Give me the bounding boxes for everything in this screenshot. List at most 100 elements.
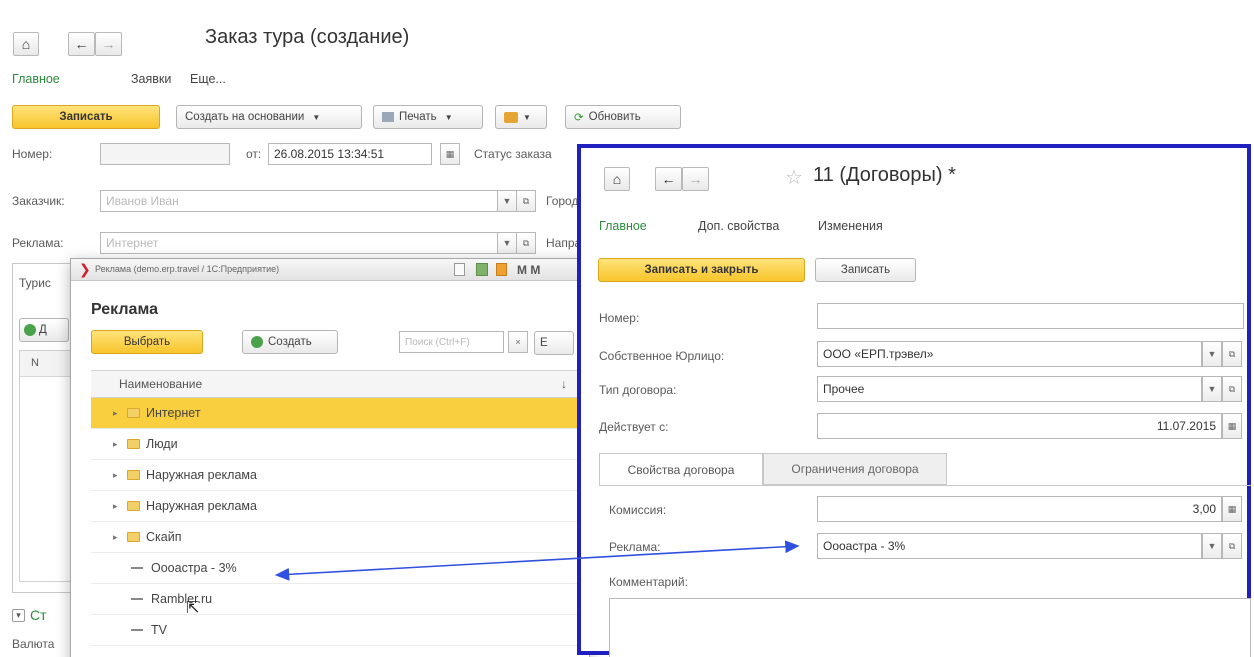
contract-ad-dropdown-button[interactable]: ▼ (1202, 533, 1222, 559)
create-based-label: Создать на основании (185, 111, 305, 123)
expand-caret-icon[interactable]: ▸ (113, 408, 123, 419)
contract-ad-open-button[interactable]: ⧉ (1222, 533, 1242, 559)
ads-list-row[interactable]: ▸ Скайп (91, 522, 591, 553)
tourists-tab[interactable]: Турис (19, 276, 51, 290)
customer-label: Заказчик: (12, 194, 65, 208)
home-button[interactable]: ⌂ (604, 167, 630, 191)
tab-properties[interactable]: Свойства договора (599, 453, 763, 485)
expand-caret-icon[interactable]: ▸ (113, 532, 123, 543)
contract-ad-field[interactable]: Оооастра - 3% (817, 533, 1202, 559)
customer-dropdown-button[interactable]: ▼ (497, 190, 517, 212)
contract-type-label: Тип договора: (599, 383, 677, 397)
chevron-down-icon: ▼ (502, 196, 512, 206)
name-column-header[interactable]: Наименование ↓ (91, 370, 591, 398)
customer-field[interactable]: Иванов Иван (100, 190, 498, 212)
add-tourist-label: Д (39, 324, 47, 336)
contract-tab-changes[interactable]: Изменения (818, 219, 883, 233)
contract-tab-extra[interactable]: Доп. свойства (698, 219, 779, 233)
titlebar-tools-label[interactable]: M M (517, 263, 540, 277)
company-open-button[interactable]: ⧉ (1222, 341, 1242, 367)
ads-list-row[interactable]: Оооастра - 3% (91, 553, 591, 584)
customer-open-button[interactable]: ⧉ (516, 190, 536, 212)
sort-icon: ↓ (561, 377, 567, 391)
order-number-field[interactable] (100, 143, 230, 165)
order-number-label: Номер: (12, 147, 53, 161)
type-open-button[interactable]: ⧉ (1222, 376, 1242, 402)
save-button[interactable]: Записать (815, 258, 916, 282)
ads-titlebar: ❯ Реклама (demo.erp.travel / 1С:Предприя… (71, 259, 589, 281)
refresh-label: Обновить (588, 111, 641, 123)
search-clear-button[interactable]: × (508, 331, 528, 353)
search-input[interactable]: Поиск (Ctrl+F) (399, 331, 504, 353)
tag-dropdown-button[interactable]: ▼ (495, 105, 547, 129)
order-write-button[interactable]: Записать (12, 105, 160, 129)
folder-icon (127, 501, 140, 511)
ads-list-row[interactable]: TV (91, 615, 591, 646)
create-based-button[interactable]: Создать на основании ▼ (176, 105, 362, 129)
ads-list-row[interactable]: ▸ Наружная реклама (91, 491, 591, 522)
mouse-cursor-icon: ⇱ (186, 600, 200, 617)
printer-icon (382, 112, 394, 122)
order-tab-requests[interactable]: Заявки (131, 72, 171, 86)
add-tourist-button[interactable]: Д (19, 318, 69, 342)
order-ad-open-button[interactable]: ⧉ (516, 232, 536, 254)
order-ad-field[interactable]: Интернет (100, 232, 498, 254)
expand-caret-icon[interactable]: ▸ (113, 439, 123, 450)
contract-number-label: Номер: (599, 311, 640, 325)
valid-from-calendar-button[interactable]: ▦ (1222, 413, 1242, 439)
ads-heading: Реклама (91, 301, 158, 318)
contract-tab-main[interactable]: Главное (599, 219, 647, 233)
chevron-down-icon: ▼ (523, 112, 531, 122)
calendar-button[interactable]: ▦ (440, 143, 460, 165)
search-extra-button[interactable]: E (534, 331, 574, 355)
contract-ad-label: Реклама: (609, 540, 661, 554)
contract-type-field[interactable]: Прочее (817, 376, 1202, 402)
home-button[interactable]: ⌂ (13, 32, 39, 56)
create-ad-button[interactable]: Создать (242, 330, 338, 354)
expand-caret-icon[interactable]: ▸ (113, 501, 123, 512)
titlebar-calc-icon (496, 263, 507, 276)
expand-caret-icon[interactable]: ▸ (113, 470, 123, 481)
item-dash-icon (131, 629, 143, 631)
ads-list-row[interactable]: ▸ Наружная реклама (91, 460, 591, 491)
comment-textarea[interactable] (609, 598, 1251, 657)
type-dropdown-button[interactable]: ▼ (1202, 376, 1222, 402)
calendar-icon: ▦ (1227, 420, 1237, 431)
contract-number-field[interactable] (817, 303, 1244, 329)
print-button[interactable]: Печать ▼ (373, 105, 483, 129)
company-dropdown-button[interactable]: ▼ (1202, 341, 1222, 367)
star-icon[interactable]: ☆ (785, 165, 803, 190)
calendar-icon: ▦ (445, 148, 455, 159)
back-button[interactable]: ← (68, 32, 95, 56)
ads-row-label: Наружная реклама (146, 499, 257, 513)
order-tab-more[interactable]: Еще... (190, 72, 226, 86)
chevron-down-icon: ▼ (1207, 541, 1217, 551)
company-label: Собственное Юрлицо: (599, 349, 725, 363)
select-button[interactable]: Выбрать (91, 330, 203, 354)
valid-from-field[interactable]: 11.07.2015 (817, 413, 1222, 439)
order-ad-dropdown-button[interactable]: ▼ (497, 232, 517, 254)
tab-restrictions[interactable]: Ограничения договора (763, 453, 947, 485)
company-field[interactable]: ООО «ЕРП.трэвел» (817, 341, 1202, 367)
back-button[interactable]: ← (655, 167, 682, 191)
add-icon (24, 324, 36, 336)
commission-field[interactable]: 3,00 (817, 496, 1222, 522)
forward-button[interactable]: → (682, 167, 709, 191)
order-ad-label: Реклама: (12, 236, 64, 250)
order-date-field[interactable]: 26.08.2015 13:34:51 (268, 143, 432, 165)
ads-list-row[interactable]: ▸ Люди (91, 429, 591, 460)
refresh-icon: ⟳ (574, 112, 584, 124)
section-toggle[interactable]: ▾ Ст (12, 607, 47, 623)
forward-button[interactable]: → (95, 32, 122, 56)
order-tab-main[interactable]: Главное (12, 72, 60, 86)
ads-list-row[interactable]: ▸ Интернет (91, 398, 591, 429)
refresh-button[interactable]: ⟳ Обновить (565, 105, 681, 129)
tag-icon (504, 111, 518, 123)
save-close-button[interactable]: Записать и закрыть (598, 258, 805, 282)
ads-list-row[interactable]: Rambler.ru (91, 584, 591, 615)
commission-label: Комиссия: (609, 503, 667, 517)
commission-calc-button[interactable]: ▦ (1222, 496, 1242, 522)
calculator-icon: ▦ (1227, 503, 1237, 514)
tab-content-border (599, 485, 1251, 486)
back-arrow-icon: ← (661, 171, 676, 187)
